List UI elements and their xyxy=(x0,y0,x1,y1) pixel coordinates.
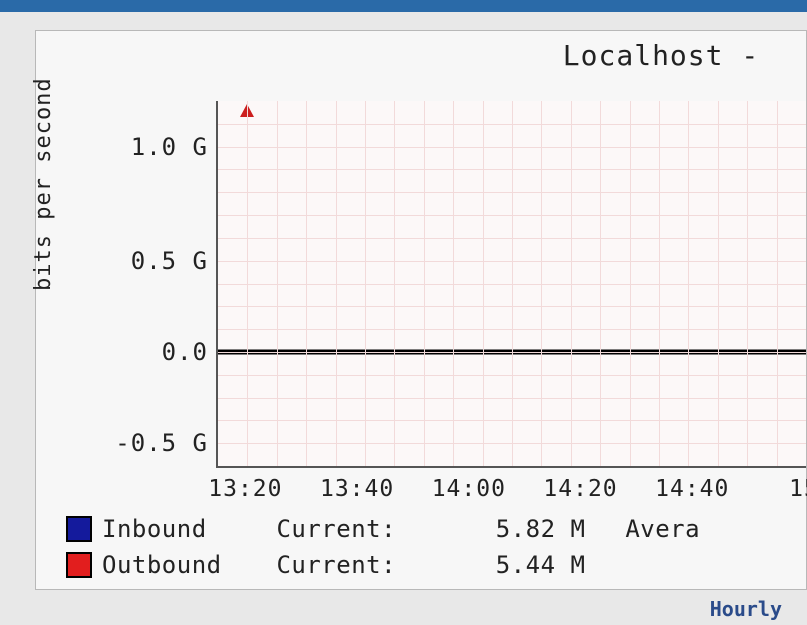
gridline-v xyxy=(453,101,454,466)
y-tick: 0.0 xyxy=(88,338,208,366)
gridline-v xyxy=(630,101,631,466)
gridline-v xyxy=(247,101,248,466)
gridline-v xyxy=(424,101,425,466)
legend-series-name: Outbound xyxy=(102,551,237,579)
gridline-v xyxy=(688,101,689,466)
gridline-v xyxy=(571,101,572,466)
gridline-v xyxy=(777,101,778,466)
legend-current-value: 5.44 M xyxy=(436,551,586,579)
legend-current-label: Current: xyxy=(247,551,426,579)
gridline-v xyxy=(306,101,307,466)
window-titlebar xyxy=(0,0,807,12)
y-tick: 0.5 G xyxy=(88,247,208,275)
gridline-v xyxy=(541,101,542,466)
x-tick: 15 xyxy=(789,476,807,502)
gridline-v xyxy=(718,101,719,466)
gridline-v xyxy=(394,101,395,466)
y-tick: -0.5 G xyxy=(88,429,208,457)
gridline-v xyxy=(659,101,660,466)
x-tick: 13:40 xyxy=(320,476,394,502)
legend-row: Outbound Current: 5.44 M xyxy=(66,547,806,583)
legend-swatch-icon xyxy=(66,552,92,578)
legend-swatch-icon xyxy=(66,516,92,542)
gridline-v xyxy=(483,101,484,466)
gridline-v xyxy=(277,101,278,466)
gridline-v xyxy=(747,101,748,466)
legend-extra-label: Avera xyxy=(595,515,700,543)
legend-series-name: Inbound xyxy=(102,515,237,543)
x-tick: 14:40 xyxy=(655,476,729,502)
y-tick: 1.0 G xyxy=(88,133,208,161)
x-tick: 14:00 xyxy=(432,476,506,502)
gridline-v xyxy=(336,101,337,466)
x-tick: 14:20 xyxy=(543,476,617,502)
x-tick: 13:20 xyxy=(208,476,282,502)
chart-panel: Localhost - bits per second Inbound Curr… xyxy=(35,30,807,590)
footer-link[interactable]: Hourly xyxy=(710,597,782,621)
legend: Inbound Current: 5.82 M AveraOutbound Cu… xyxy=(66,511,806,583)
gridline-v xyxy=(365,101,366,466)
plot-area xyxy=(216,101,806,468)
gridline-v xyxy=(512,101,513,466)
gridline-v xyxy=(600,101,601,466)
legend-current-label: Current: xyxy=(247,515,426,543)
y-axis-label: bits per second xyxy=(31,77,56,291)
legend-current-value: 5.82 M xyxy=(436,515,586,543)
chart-title: Localhost - xyxy=(36,39,806,72)
legend-row: Inbound Current: 5.82 M Avera xyxy=(66,511,806,547)
